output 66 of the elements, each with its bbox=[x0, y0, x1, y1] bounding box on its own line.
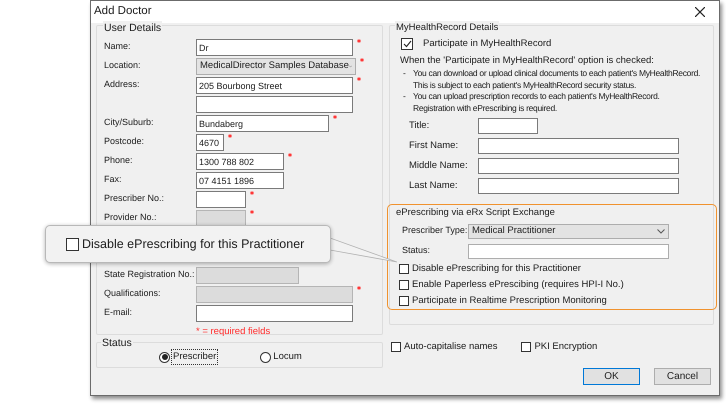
checkbox[interactable] bbox=[521, 342, 532, 352]
field-label: Prescriber No.: bbox=[104, 192, 166, 205]
input-field[interactable]: 1300 788 802 bbox=[196, 153, 284, 170]
bullet-mark: - bbox=[403, 68, 407, 80]
field-label: State Registration No.: bbox=[104, 268, 196, 281]
checkbox[interactable] bbox=[66, 238, 79, 250]
checkbox[interactable] bbox=[399, 264, 409, 274]
checkbox-label: Participate in Realtime Prescription Monitoring bbox=[412, 294, 607, 308]
checkbox[interactable] bbox=[399, 280, 409, 290]
input-field[interactable] bbox=[196, 96, 353, 113]
input-field[interactable]: 205 Bourbong Street bbox=[196, 77, 353, 94]
field-label: Middle Name: bbox=[409, 158, 469, 173]
field-label: Status: bbox=[401, 244, 432, 258]
checkbox[interactable] bbox=[399, 296, 409, 306]
field-label: City/Suburb: bbox=[104, 116, 155, 129]
checkbox-label: Participate in MyHealthRecord bbox=[423, 36, 552, 51]
input-field[interactable]: Dr bbox=[196, 39, 353, 56]
checkbox-label: Enable Paperless ePrescibing (requires HPI-I No.) bbox=[412, 278, 624, 292]
input-field[interactable] bbox=[196, 191, 246, 208]
checkbox[interactable] bbox=[391, 342, 401, 352]
field-label: Postcode: bbox=[104, 135, 146, 148]
input-field[interactable] bbox=[478, 118, 538, 134]
field-label: E-mail: bbox=[104, 306, 134, 319]
required-note: * = required fields bbox=[196, 326, 270, 337]
field-label: Provider No.: bbox=[104, 211, 158, 224]
bullet-text: You can upload prescription records to each patient's MyHealthRecord. bbox=[413, 91, 660, 102]
field-label: Prescriber Type: bbox=[401, 224, 468, 238]
input-field[interactable] bbox=[478, 138, 679, 154]
field-label: Qualifications: bbox=[104, 287, 162, 300]
checkbox-label: Disable ePrescribing for this Practitioner bbox=[412, 262, 581, 276]
close-icon[interactable] bbox=[695, 7, 705, 17]
input-field[interactable]: 07 4151 1896 bbox=[196, 172, 284, 189]
input-field[interactable] bbox=[478, 158, 679, 174]
radio-button[interactable] bbox=[159, 352, 170, 362]
intro-text: When the 'Participate in MyHealthRecord' option is checked: bbox=[400, 54, 655, 68]
status-field[interactable] bbox=[468, 244, 669, 258]
radio-button[interactable] bbox=[260, 352, 272, 362]
bullet-text: Registration with ePrescribing is required. bbox=[413, 102, 558, 114]
field-label: Address: bbox=[104, 78, 141, 91]
radio-label: Prescriber bbox=[171, 348, 218, 366]
bullet-text: You can download or upload clinical documents to each patient's MyHealthRecord. bbox=[413, 68, 700, 80]
dialog-button[interactable]: OK bbox=[583, 368, 640, 385]
input-field[interactable]: Bundaberg bbox=[196, 115, 329, 132]
field-label: Title: bbox=[409, 118, 430, 133]
bullet-mark: - bbox=[403, 91, 407, 103]
input-field[interactable] bbox=[196, 305, 353, 322]
input-field[interactable] bbox=[478, 178, 679, 194]
input-field[interactable]: 4670 bbox=[196, 134, 224, 151]
checkbox-label: Disable ePrescribing for this Practitioner bbox=[82, 236, 304, 253]
checkbox-label: PKI Encryption bbox=[534, 340, 598, 354]
field-label: Fax: bbox=[104, 173, 123, 186]
location-dropdown[interactable]: MedicalDirector Samples Database bbox=[196, 58, 356, 75]
bullet-text: This is subject to each patient's MyHealthRecord security status. bbox=[413, 80, 638, 91]
dialog-button[interactable]: Cancel bbox=[654, 368, 711, 385]
field-label: Phone: bbox=[104, 154, 134, 167]
prescriber-type-dropdown[interactable]: Medical Practitioner bbox=[468, 224, 669, 238]
checkbox[interactable] bbox=[401, 38, 413, 50]
window-title: Add Doctor bbox=[94, 4, 152, 20]
group-title: ePrescribing via eRx Script Exchange bbox=[396, 207, 556, 219]
checkbox-label: Auto-capitalise names bbox=[404, 340, 498, 354]
radio-label: Locum bbox=[272, 350, 303, 364]
field-label: Last Name: bbox=[409, 178, 459, 193]
chevron-down-icon bbox=[657, 228, 665, 234]
field-label: First Name: bbox=[409, 138, 460, 153]
field-label: Name: bbox=[104, 40, 132, 53]
field-label: Location: bbox=[104, 59, 142, 72]
